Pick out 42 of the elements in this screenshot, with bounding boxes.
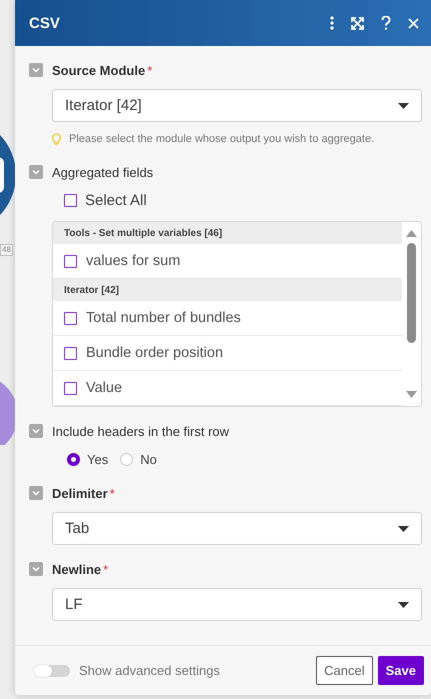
panel-title: CSV: [29, 14, 60, 32]
dropdown-caret-icon: [398, 102, 409, 108]
help-icon[interactable]: [381, 16, 391, 30]
dropdown-field[interactable]: LF: [52, 588, 422, 621]
field-label: Delimiter: [52, 486, 108, 500]
collapse-toggle-icon[interactable]: [29, 63, 43, 77]
expand-icon[interactable]: [351, 16, 364, 30]
hint-text: Please select the module whose output you wish to aggregate.: [69, 133, 374, 145]
scroll-down-icon[interactable]: [406, 391, 417, 398]
cancel-button[interactable]: Cancel: [316, 656, 373, 685]
required-asterisk: *: [110, 486, 115, 500]
dropdown-caret-icon: [398, 526, 409, 532]
toggle-label: Show advanced settings: [79, 663, 220, 678]
module-id-label: 48: [0, 244, 13, 256]
group-header: Tools - Set multiple variables [46]: [53, 222, 402, 244]
collapse-toggle-icon[interactable]: [29, 562, 43, 576]
group-header: Iterator [42]: [53, 279, 402, 301]
field-checkbox[interactable]: Value: [53, 371, 402, 406]
field-label: Include headers in the first row: [52, 424, 230, 438]
select-all-checkbox[interactable]: Select All: [64, 190, 147, 210]
collapse-toggle-icon[interactable]: [29, 165, 43, 179]
save-button[interactable]: Save: [378, 656, 424, 685]
scrollbar-thumb[interactable]: [407, 243, 416, 343]
field-checkbox[interactable]: Total number of bundles: [53, 301, 402, 336]
more-options-icon[interactable]: [330, 16, 334, 30]
field-checkbox[interactable]: Bundle order position: [53, 336, 402, 371]
collapse-toggle-icon[interactable]: [29, 424, 43, 438]
dropdown-field[interactable]: Tab: [52, 512, 422, 545]
dropdown-field[interactable]: Iterator [42]: [52, 89, 422, 122]
field-label: Newline: [52, 562, 102, 576]
lightbulb-icon: [52, 133, 61, 145]
radio-option[interactable]: Yes: [67, 452, 108, 466]
required-asterisk: *: [147, 62, 152, 78]
field-label: Source Module: [52, 62, 146, 78]
required-asterisk: *: [103, 562, 108, 576]
scroll-up-icon[interactable]: [406, 230, 417, 237]
field-label: Aggregated fields: [52, 164, 154, 180]
dropdown-caret-icon: [398, 602, 409, 608]
collapse-toggle-icon[interactable]: [29, 486, 43, 500]
close-icon[interactable]: [408, 18, 419, 28]
toggle-switch[interactable]: [34, 664, 70, 676]
radio-option[interactable]: No: [120, 452, 157, 466]
